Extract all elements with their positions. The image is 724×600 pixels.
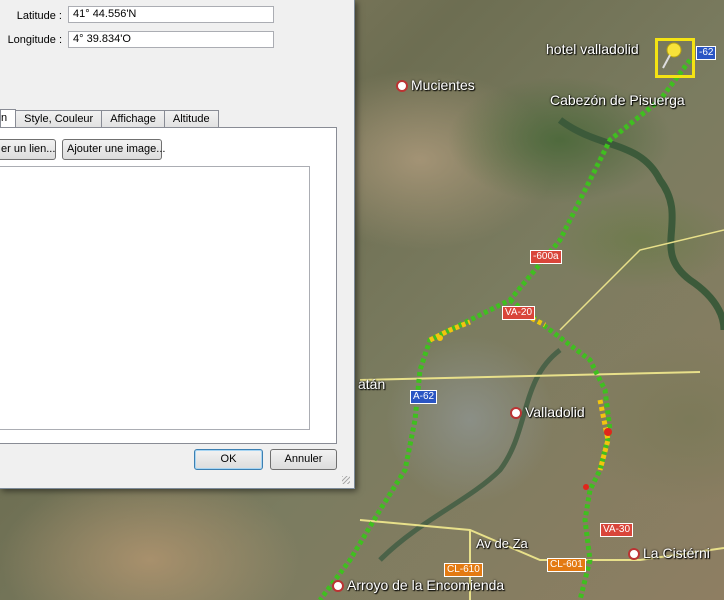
road-shield: VA-30 [600, 523, 634, 537]
latitude-label: Latitude : [16, 10, 62, 22]
placemark-hotel-label[interactable]: hotel valladolid [546, 41, 639, 57]
tab-display[interactable]: Affichage [101, 110, 165, 127]
road [559, 229, 724, 331]
resize-grip[interactable] [342, 476, 350, 484]
ok-button[interactable]: OK [194, 449, 263, 470]
place-mucientes: Mucientes [396, 77, 475, 93]
river [557, 117, 724, 331]
road [359, 371, 701, 381]
place-cisterniga: La Cistérni [628, 545, 710, 561]
place-arroyo: Arroyo de la Encomienda [332, 577, 504, 593]
pushpin-icon [662, 42, 682, 69]
add-image-button[interactable]: Ajouter une image... [62, 139, 165, 160]
road-shield: CL-601 [547, 558, 586, 572]
properties-tabs: n Style, Couleur Affichage Altitude [0, 109, 219, 128]
road-shield: -600a [530, 250, 562, 264]
tab-altitude[interactable]: Altitude [163, 110, 219, 127]
road-shield: -62 [696, 46, 717, 60]
place-dot-icon [396, 80, 408, 93]
place-dot-icon [510, 407, 522, 420]
track-stop [604, 428, 612, 436]
road-shield: CL-610 [444, 563, 483, 577]
latitude-field[interactable]: 41° 44.556'N [68, 6, 274, 23]
gps-track [508, 298, 613, 600]
street-label: Av de Za [476, 536, 528, 551]
tab-style-color[interactable]: Style, Couleur [15, 110, 103, 127]
description-textarea[interactable] [0, 166, 310, 430]
add-link-button[interactable]: er un lien... [0, 139, 56, 160]
cancel-button[interactable]: Annuler [270, 449, 337, 470]
longitude-field[interactable]: 4° 39.834'O [68, 31, 274, 48]
road-shield: A-62 [410, 390, 438, 404]
tab-description[interactable]: n [0, 109, 17, 128]
gps-track [318, 58, 692, 600]
selected-placemark[interactable] [655, 38, 695, 78]
placemark-properties-dialog: Latitude : 41° 44.556'N Longitude : 4° 3… [0, 0, 355, 489]
road-shield: VA-20 [502, 306, 536, 320]
place-cabezon: Cabezón de Pisuerga [550, 92, 685, 108]
place-zaratan: atán [358, 376, 386, 392]
place-dot-icon [628, 548, 640, 561]
place-dot-icon [332, 580, 344, 593]
track-stop [583, 484, 589, 490]
place-valladolid: Valladolid [510, 404, 585, 420]
longitude-label: Longitude : [7, 34, 62, 46]
